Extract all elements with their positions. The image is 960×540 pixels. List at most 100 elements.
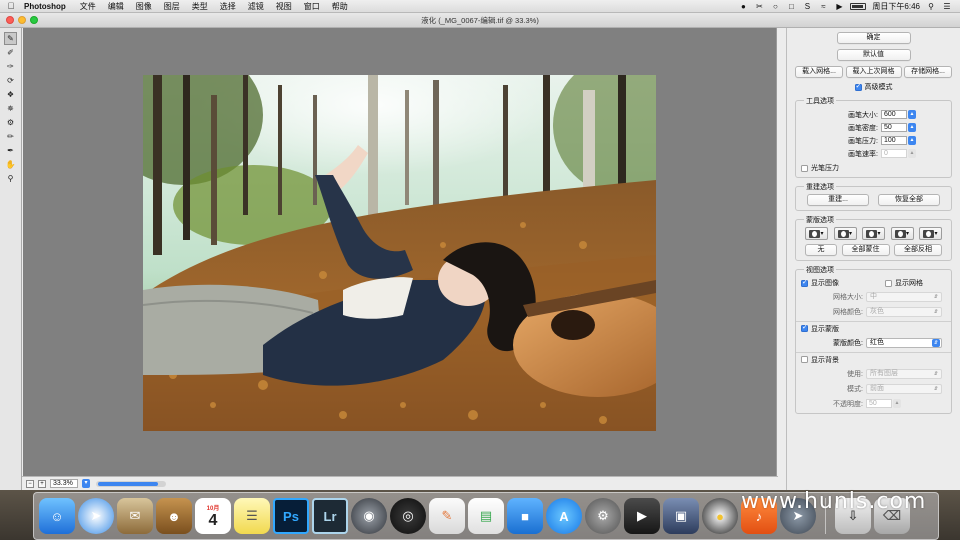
video-editor-icon[interactable]: ▣: [663, 498, 699, 534]
show-backdrop-checkbox[interactable]: [801, 356, 808, 363]
reconstruct-button[interactable]: 重建...: [807, 194, 869, 206]
finder-icon[interactable]: ☺: [39, 498, 75, 534]
backdrop-opacity-field[interactable]: 50: [866, 399, 892, 408]
wifi-icon[interactable]: ≈: [818, 2, 828, 11]
scissors-icon[interactable]: ✂: [754, 2, 764, 11]
zoom-level-field[interactable]: 33.3%: [50, 479, 78, 488]
qq-icon[interactable]: ●: [702, 498, 738, 534]
system-preferences-icon[interactable]: ⚙: [585, 498, 621, 534]
menu-edit[interactable]: 编辑: [102, 1, 130, 12]
aperture-icon[interactable]: ◉: [351, 498, 387, 534]
horizontal-scrollbar[interactable]: [96, 480, 166, 487]
save-mesh-button[interactable]: 存储网格...: [904, 66, 952, 78]
apple-icon[interactable]: : [0, 1, 22, 11]
app-store-icon[interactable]: A: [546, 498, 582, 534]
brush-density-stepper-icon[interactable]: ▲: [908, 123, 916, 132]
push-left-tool-icon[interactable]: ⚙: [4, 116, 17, 129]
smooth-tool-icon[interactable]: ✑: [4, 60, 17, 73]
wechat-icon[interactable]: ○: [770, 2, 780, 11]
advanced-mode-checkbox[interactable]: [854, 82, 862, 91]
zoom-in-button[interactable]: +: [38, 479, 46, 488]
menu-window[interactable]: 窗口: [298, 1, 326, 12]
brush-rate-stepper-icon[interactable]: ▲: [908, 149, 916, 158]
backdrop-mode-select[interactable]: 前面 ⇵: [866, 383, 942, 394]
brush-density-field[interactable]: 50: [881, 123, 907, 132]
mesh-color-select[interactable]: 灰色 ⇵: [866, 306, 942, 317]
hand-tool-icon[interactable]: ✋: [4, 158, 17, 171]
safari-icon[interactable]: ➤: [78, 498, 114, 534]
keynote-icon[interactable]: ■: [507, 498, 543, 534]
zoom-dropdown-icon[interactable]: ▾: [82, 479, 90, 488]
photoshop-icon[interactable]: Ps: [273, 498, 309, 534]
forward-warp-tool-icon[interactable]: ✎: [4, 32, 17, 45]
mask-replace-button[interactable]: ▾: [805, 227, 828, 240]
zoom-out-button[interactable]: −: [26, 479, 34, 488]
numbers-icon[interactable]: ▤: [468, 498, 504, 534]
calendar-icon[interactable]: 10月 4: [195, 498, 231, 534]
lightroom-icon[interactable]: Lr: [312, 498, 348, 534]
mask-all-button[interactable]: 全部蒙住: [841, 244, 890, 256]
zoom-tool-icon[interactable]: ⚲: [4, 172, 17, 185]
watermark: www.hunls.com: [741, 489, 927, 514]
mask-subtract-button[interactable]: ▾: [862, 227, 885, 240]
load-last-mesh-button[interactable]: 载入上次网格: [845, 66, 902, 78]
battery-icon[interactable]: [850, 2, 867, 10]
restore-all-button[interactable]: 恢复全部: [878, 194, 940, 206]
mask-invert-button[interactable]: ▾: [919, 227, 942, 240]
show-image-checkbox[interactable]: [801, 278, 808, 287]
brush-pressure-field[interactable]: 100: [881, 136, 907, 145]
final-cut-icon[interactable]: ▶: [624, 498, 660, 534]
notes-icon[interactable]: ☰: [234, 498, 270, 534]
brush-pressure-stepper-icon[interactable]: ▲: [908, 136, 916, 145]
spotlight-icon[interactable]: ⚲: [926, 2, 936, 11]
menu-help[interactable]: 帮助: [326, 1, 354, 12]
brush-size-field[interactable]: 600: [881, 110, 907, 119]
zoom-window-button[interactable]: [30, 16, 38, 24]
close-window-button[interactable]: [6, 16, 14, 24]
menu-layer[interactable]: 图层: [158, 1, 186, 12]
load-mesh-button[interactable]: 载入网格...: [795, 66, 843, 78]
menu-filter[interactable]: 滤镜: [242, 1, 270, 12]
mask-intersect-button[interactable]: ▾: [890, 227, 914, 240]
mail-icon[interactable]: ✉: [117, 498, 153, 534]
clock[interactable]: 周日下午6:46: [872, 1, 920, 12]
ok-button[interactable]: 确定: [836, 32, 911, 44]
minimize-window-button[interactable]: [18, 16, 26, 24]
creative-cloud-icon[interactable]: ●: [738, 2, 748, 11]
backdrop-opacity-stepper-icon[interactable]: ▲: [893, 399, 901, 408]
invert-all-button[interactable]: 全部反相: [894, 244, 942, 256]
app-menu[interactable]: Photoshop: [22, 2, 74, 11]
mask-color-select[interactable]: 红色 ⇵: [866, 337, 942, 348]
show-mask-checkbox[interactable]: [801, 323, 808, 332]
twirl-clockwise-tool-icon[interactable]: ⟳: [4, 74, 17, 87]
reconstruct-tool-icon[interactable]: ✐: [4, 46, 17, 59]
contacts-icon[interactable]: ☻: [156, 498, 192, 534]
show-mesh-checkbox[interactable]: [885, 279, 892, 287]
mask-add-button[interactable]: ▾: [833, 227, 857, 240]
menu-image[interactable]: 图像: [130, 1, 158, 12]
volume-icon[interactable]: ▶: [834, 2, 844, 11]
stylus-pressure-checkbox[interactable]: [801, 164, 808, 172]
backdrop-use-select[interactable]: 所有图层 ⇵: [866, 368, 942, 379]
menu-select[interactable]: 选择: [214, 1, 242, 12]
notification-center-icon[interactable]: ☰: [942, 2, 952, 11]
preview-canvas[interactable]: [23, 28, 777, 488]
default-button[interactable]: 默认值: [836, 49, 911, 61]
evernote-icon[interactable]: □: [786, 2, 796, 11]
preview-photo[interactable]: [143, 75, 656, 431]
pages-icon[interactable]: ✎: [429, 498, 465, 534]
pucker-tool-icon[interactable]: ❖: [4, 88, 17, 101]
s-app-icon[interactable]: S: [802, 2, 812, 11]
brush-rate-field[interactable]: 0: [881, 149, 907, 158]
thaw-mask-tool-icon[interactable]: ✒: [4, 144, 17, 157]
brush-size-stepper-icon[interactable]: ▲: [908, 110, 916, 119]
mask-none-button[interactable]: 无: [805, 244, 837, 256]
menu-view[interactable]: 视图: [270, 1, 298, 12]
menu-type[interactable]: 类型: [186, 1, 214, 12]
show-mesh-label: 显示网格: [895, 280, 923, 287]
bloat-tool-icon[interactable]: ✵: [4, 102, 17, 115]
camera-lens-icon[interactable]: ◎: [390, 498, 426, 534]
menu-file[interactable]: 文件: [74, 1, 102, 12]
freeze-mask-tool-icon[interactable]: ✏: [4, 130, 17, 143]
mesh-size-select[interactable]: 中 ⇵: [866, 291, 942, 302]
